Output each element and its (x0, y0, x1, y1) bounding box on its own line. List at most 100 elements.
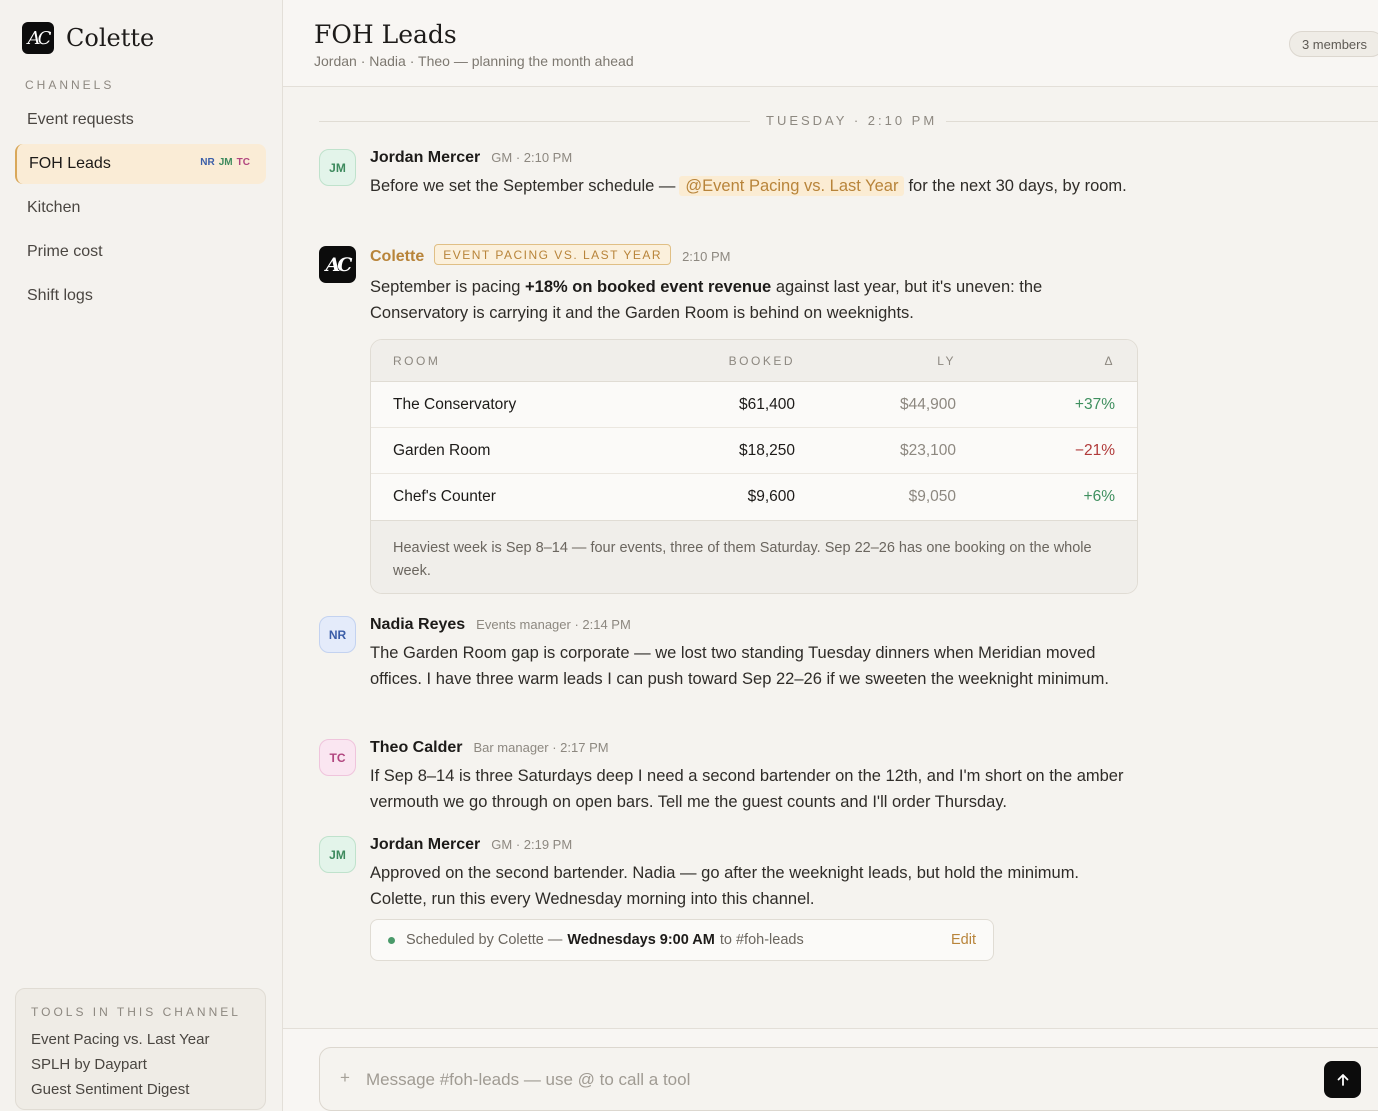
table-row: The Conservatory $61,400 $44,900 +37% (371, 382, 1137, 428)
channel-label: FOH Leads (29, 155, 111, 172)
message-text: September is pacing (370, 278, 521, 296)
channel-item-event-requests[interactable]: Event requests (15, 100, 266, 140)
schedule-card: Scheduled by Colette — Wednesdays 9:00 A… (370, 919, 994, 961)
message: AC Colette EVENT PACING VS. LAST YEAR 2:… (319, 244, 1139, 596)
channel-member-avatars: NR JM TC (196, 157, 250, 168)
composer: + (319, 1047, 1378, 1111)
composer-bar: + (283, 1028, 1378, 1111)
author-name[interactable]: Colette (370, 248, 424, 266)
cell-room: Chef's Counter (393, 488, 496, 505)
message-text: The Garden Room gap is corporate — we lo… (370, 644, 1109, 688)
channel-label: Prime cost (27, 243, 103, 260)
channel-item-shift-logs[interactable]: Shift logs (15, 276, 266, 316)
mini-avatar: TC (236, 157, 250, 168)
message-text: If Sep 8–14 is three Saturdays deep I ne… (370, 767, 1124, 811)
channel-subtitle: Jordan · Nadia · Theo — planning the mon… (314, 53, 634, 69)
divider-line (946, 121, 1378, 122)
table-footnote: Heaviest week is Sep 8–14 — four events,… (371, 521, 1137, 593)
message-input[interactable] (366, 1066, 1266, 1094)
message-meta: 2:10 PM (682, 248, 731, 264)
message-meta: GM · 2:10 PM (491, 150, 573, 165)
sidebar: AC Colette CHANNELS Event requests FOH L… (0, 0, 283, 1111)
channel-item-foh-leads[interactable]: FOH Leads NR JM TC (15, 144, 266, 184)
message: JM Jordan Mercer GM · 2:10 PM Before we … (319, 149, 1139, 229)
table-header: ROOM BOOKED LY Δ (371, 340, 1137, 382)
message-header: Theo Calder Bar manager · 2:17 PM (370, 739, 609, 757)
table-row: Garden Room $18,250 $23,100 −21% (371, 428, 1137, 474)
cell-ly: $23,100 (899, 441, 956, 459)
brand[interactable]: AC Colette (22, 22, 154, 54)
send-button[interactable] (1324, 1061, 1361, 1098)
table-row: Chef's Counter $9,600 $9,050 +6% (371, 474, 1137, 521)
schedule-target: to #foh-leads (719, 932, 804, 948)
mini-avatar: JM (218, 157, 233, 168)
channel-list: Event requests FOH Leads NR JM TC Kitche… (15, 100, 266, 320)
message-meta: GM · 2:19 PM (491, 837, 573, 852)
message-text: for the next 30 days, by room. (908, 177, 1127, 195)
author-name[interactable]: Theo Calder (370, 739, 462, 757)
channel-header: FOH Leads Jordan · Nadia · Theo — planni… (283, 0, 1378, 87)
message-header: Jordan Mercer GM · 2:19 PM (370, 836, 572, 854)
day-divider: TUESDAY · 2:10 PM (319, 113, 1378, 129)
message: JM Jordan Mercer GM · 2:19 PM Approved o… (319, 836, 1139, 966)
plus-icon[interactable]: + (340, 1068, 350, 1088)
cell-room: The Conservatory (393, 395, 517, 413)
avatar[interactable]: JM (319, 836, 356, 873)
message-header: Jordan Mercer GM · 2:10 PM (370, 149, 572, 167)
column-header-ly: LY (937, 353, 956, 368)
column-header-room: ROOM (393, 353, 441, 368)
message-text: Before we set the September schedule — (370, 177, 676, 195)
message: TC Theo Calder Bar manager · 2:17 PM If … (319, 739, 1139, 819)
channel-item-kitchen[interactable]: Kitchen (15, 188, 266, 228)
author-name[interactable]: Jordan Mercer (370, 149, 480, 167)
message-header: Colette EVENT PACING VS. LAST YEAR 2:10 … (370, 244, 731, 267)
avatar[interactable]: NR (319, 616, 356, 653)
schedule-time: Wednesdays 9:00 AM (567, 932, 715, 948)
message: NR Nadia Reyes Events manager · 2:14 PM … (319, 616, 1139, 720)
avatar[interactable]: JM (319, 149, 356, 186)
channel-title: FOH Leads (314, 20, 457, 49)
cell-delta: +6% (1083, 488, 1115, 505)
pacing-table: ROOM BOOKED LY Δ The Conservatory $61,40… (370, 339, 1138, 594)
divider-line (319, 121, 750, 122)
column-header-booked: BOOKED (728, 353, 795, 368)
cell-ly: $9,050 (908, 488, 956, 505)
avatar[interactable]: TC (319, 739, 356, 776)
tool-item-splh[interactable]: SPLH by Daypart (31, 1052, 250, 1077)
day-divider-label: TUESDAY · 2:10 PM (766, 113, 938, 128)
mini-avatar: NR (200, 157, 215, 168)
channel-main: FOH Leads Jordan · Nadia · Theo — planni… (283, 0, 1378, 1111)
brand-name: Colette (66, 24, 155, 52)
channel-label: Event requests (27, 111, 134, 128)
cell-delta: −21% (1074, 441, 1115, 459)
members-button[interactable]: 3 members (1288, 31, 1378, 57)
channels-section-label: CHANNELS (25, 78, 115, 92)
author-name[interactable]: Nadia Reyes (370, 616, 465, 634)
green-dot-icon (388, 936, 395, 944)
message-meta: Events manager · 2:14 PM (476, 617, 631, 632)
brand-logo-icon: AC (22, 22, 54, 54)
message-body: Before we set the September schedule — @E… (370, 173, 1130, 199)
channel-label: Kitchen (27, 199, 81, 216)
tool-item-event-pacing[interactable]: Event Pacing vs. Last Year (31, 1027, 250, 1052)
cell-ly: $44,900 (899, 395, 956, 413)
channel-tools-panel: TOOLS IN THIS CHANNEL Event Pacing vs. L… (15, 988, 266, 1110)
cell-booked: $61,400 (738, 395, 795, 413)
edit-schedule-link[interactable]: Edit (951, 932, 976, 948)
message-header: Nadia Reyes Events manager · 2:14 PM (370, 616, 631, 634)
message-meta: Bar manager · 2:17 PM (473, 740, 609, 755)
tool-mention[interactable]: @Event Pacing vs. Last Year (679, 176, 905, 196)
tool-badge: EVENT PACING VS. LAST YEAR (434, 244, 672, 265)
tools-panel-title: TOOLS IN THIS CHANNEL (31, 1005, 241, 1019)
message-text: Approved on the second bartender. Nadia … (370, 864, 1080, 908)
colette-logo-icon[interactable]: AC (319, 246, 356, 283)
column-header-delta: Δ (1104, 353, 1115, 368)
schedule-prefix: Scheduled by Colette — (406, 932, 563, 948)
channel-item-prime-cost[interactable]: Prime cost (15, 232, 266, 272)
message-highlight: +18% on booked event revenue (525, 278, 772, 296)
cell-room: Garden Room (393, 441, 491, 459)
cell-delta: +37% (1074, 395, 1115, 413)
author-name[interactable]: Jordan Mercer (370, 836, 480, 854)
tool-item-guest-sentiment[interactable]: Guest Sentiment Digest (31, 1077, 250, 1102)
message-body: September is pacing +18% on booked event… (370, 274, 1130, 326)
